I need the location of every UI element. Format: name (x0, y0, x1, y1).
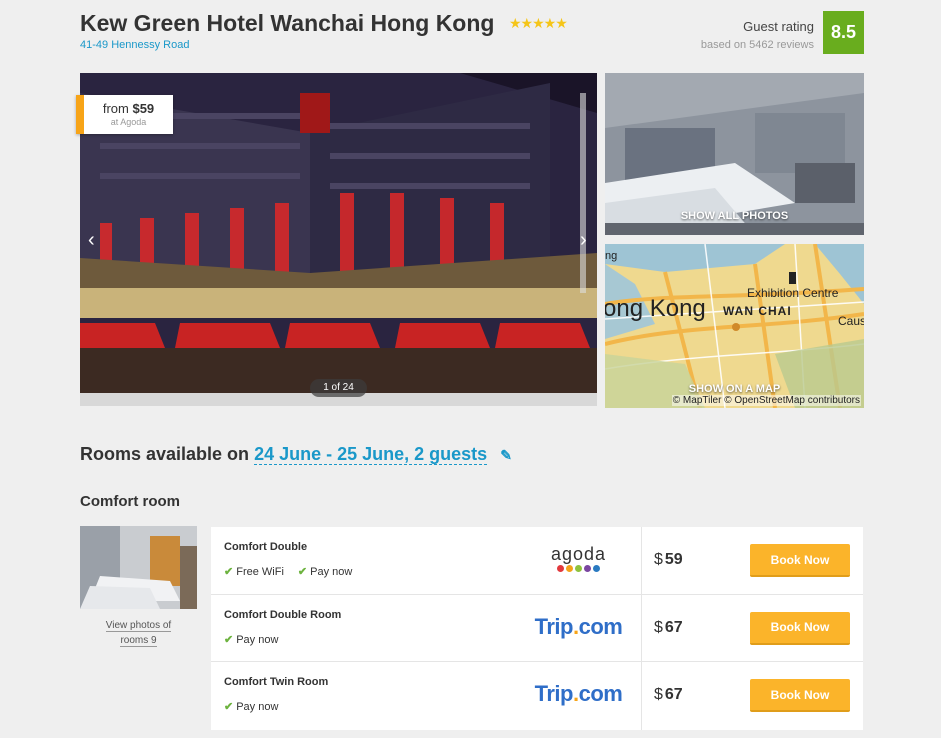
view-photos-line2: rooms 9 (120, 635, 157, 647)
price-from-tag: from $59 at Agoda (76, 95, 173, 134)
offer-room-name: Comfort Twin Room (224, 676, 329, 688)
room-offers-list: Comfort Double ✔ Free WiFi ✔ Pay now agoda… (211, 527, 863, 730)
map-label-ng: ng (605, 250, 617, 262)
offer-price: $59 (654, 551, 683, 569)
checkmark-icon: ✔ (224, 566, 234, 578)
price-value: 67 (664, 618, 683, 636)
offer-room-name: Comfort Double (224, 541, 308, 553)
review-count: based on 5462 reviews (700, 39, 814, 51)
show-on-map-label: SHOW ON A MAP (688, 383, 781, 395)
rooms-heading-prefix: Rooms available on (80, 444, 250, 464)
trip-logo-part1: Trip (534, 681, 574, 706)
provider-logo-agoda: agoda (511, 539, 646, 579)
feature-label: Pay now (236, 701, 279, 713)
price-value: 67 (664, 686, 683, 703)
feature-label: Free WiFi (236, 566, 284, 578)
agoda-logo-text: agoda (550, 544, 607, 564)
checkmark-icon: ✔ (224, 701, 234, 713)
offer-row: Comfort Double ✔ Free WiFi ✔ Pay now agoda… (211, 527, 863, 595)
chevron-left-icon[interactable]: ‹ (88, 229, 95, 252)
feature-item: ✔ Pay now (224, 633, 278, 646)
price-from-currency: $ (132, 101, 140, 116)
map-attribution[interactable]: © MapTiler © OpenStreetMap contributors (671, 395, 861, 406)
guest-rating-label: Guest rating (743, 19, 814, 34)
trip-logo-part3: com (578, 613, 623, 639)
rating-score-badge: 8.5 (823, 11, 864, 54)
feature-item: ✔ Pay now (224, 700, 278, 713)
checkmark-icon: ✔ (224, 633, 234, 646)
hotel-header: Kew Green Hotel Wanchai Hong Kong ★★★★★ … (80, 8, 864, 58)
map-label-caus: Caus (838, 314, 864, 328)
show-all-photos-label: SHOW ALL PHOTOS (680, 210, 789, 222)
provider-logo-trip: Trip.com (511, 607, 646, 647)
agoda-dots-icon (551, 565, 606, 572)
price-currency: $ (654, 551, 663, 568)
hotel-name: Kew Green Hotel Wanchai Hong Kong (80, 10, 495, 36)
price-currency: $ (654, 686, 663, 703)
feature-item: ✔ Free WiFi (224, 565, 284, 578)
hotel-address-link[interactable]: 41-49 Hennessy Road (80, 39, 189, 51)
offer-features: ✔ Free WiFi ✔ Pay now (224, 565, 352, 578)
date-guest-selector[interactable]: 24 June - 25 June, 2 guests (254, 444, 488, 465)
view-photos-line1: View photos of (105, 620, 172, 632)
offer-price: $67 (654, 619, 683, 637)
offer-features: ✔ Pay now (224, 700, 278, 713)
offer-row: Comfort Double Room ✔ Pay now Trip.com $6… (211, 594, 863, 662)
provider-logo-trip: Trip.com (511, 674, 646, 714)
map-label-hong-kong: ong Kong (605, 295, 706, 322)
photo-counter: 1 of 24 (310, 379, 367, 397)
feature-label: Pay now (236, 633, 279, 646)
trip-logo-part1: Trip (534, 613, 574, 639)
offer-price: $67 (654, 686, 683, 704)
trip-logo-text: Trip.com (535, 614, 623, 640)
offer-features: ✔ Pay now (224, 633, 278, 646)
trip-logo-part3: com (578, 681, 623, 706)
price-from-value: 59 (139, 101, 155, 116)
price-currency: $ (654, 618, 663, 636)
map-label-wan-chai: WAN CHAI (723, 304, 792, 318)
offer-row: Comfort Twin Room ✔ Pay now Trip.com $67 … (211, 662, 863, 730)
trip-logo-text: Trip.com (535, 681, 623, 707)
room-thumbnail-image (80, 526, 197, 609)
checkmark-icon: ✔ (297, 566, 308, 578)
price-source: at Agoda (110, 117, 147, 127)
star-rating-icon: ★★★★★ (509, 15, 568, 31)
offer-room-name: Comfort Double Room (224, 608, 342, 621)
show-all-photos-tile[interactable]: SHOW ALL PHOTOS (605, 73, 864, 235)
room-thumbnail[interactable] (80, 526, 197, 609)
feature-label: Pay now (310, 566, 353, 578)
room-category-title: Comfort room (80, 493, 180, 510)
map-tile[interactable]: Exhibition Centre WAN CHAI ong Kong Caus… (605, 244, 864, 408)
price-from-label: from (102, 101, 129, 116)
chevron-right-icon[interactable]: › (580, 229, 587, 252)
view-room-photos-link[interactable]: View photos of rooms 9 (80, 618, 197, 648)
pencil-icon[interactable]: ✎ (500, 447, 512, 463)
feature-item: ✔ Pay now (298, 565, 352, 578)
rooms-heading: Rooms available on 24 June - 25 June, 2 … (80, 444, 512, 465)
book-now-button[interactable]: Book Now (750, 544, 850, 577)
book-now-button[interactable]: Book Now (750, 611, 850, 645)
book-now-button[interactable]: Book Now (750, 679, 850, 712)
map-label-exhibition-centre: Exhibition Centre (747, 286, 839, 300)
price-value: 59 (664, 551, 683, 568)
